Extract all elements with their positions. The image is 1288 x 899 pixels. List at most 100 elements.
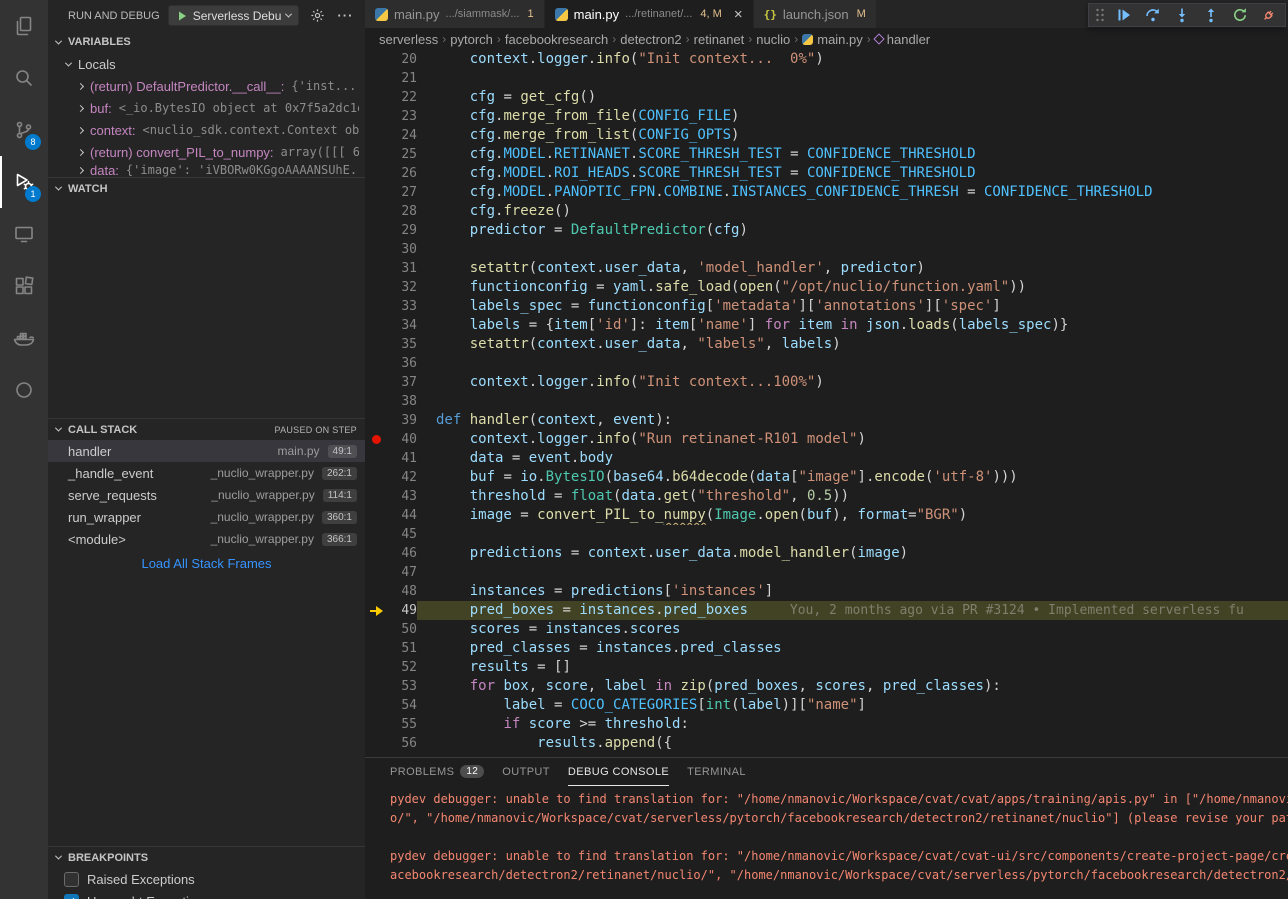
code-line[interactable]: 54 label = COCO_CATEGORIES[int(label)]["… [365, 696, 1288, 715]
code-line[interactable]: 52 results = [] [365, 658, 1288, 677]
stack-frame-row[interactable]: serve_requests_nuclio_wrapper.py114:1 [48, 484, 365, 506]
panel-tab-problems[interactable]: PROBLEMS12 [390, 758, 484, 786]
variable-row[interactable]: context:<nuclio_sdk.context.Context obje… [48, 119, 365, 141]
toolbar-grip[interactable] [1095, 7, 1105, 23]
code-line[interactable]: 23 cfg.merge_from_file(CONFIG_FILE) [365, 107, 1288, 126]
files-icon [12, 14, 36, 38]
code-line[interactable]: 34 labels = {item['id']: item['name'] fo… [365, 316, 1288, 335]
breakpoint-row[interactable]: Raised Exceptions [48, 868, 365, 890]
step-into-button[interactable] [1172, 5, 1192, 25]
code-line[interactable]: 42 buf = io.BytesIO(base64.b64decode(dat… [365, 468, 1288, 487]
editor-tab[interactable]: main.py.../siammask/...1 [365, 0, 545, 28]
disconnect-button[interactable] [1259, 5, 1279, 25]
code-line[interactable]: 29 predictor = DefaultPredictor(cfg) [365, 221, 1288, 240]
code-line[interactable]: 22 cfg = get_cfg() [365, 88, 1288, 107]
code-line[interactable]: 40 context.logger.info("Run retinanet-R1… [365, 430, 1288, 449]
restart-button[interactable] [1230, 5, 1250, 25]
code-line[interactable]: 47 [365, 563, 1288, 582]
code-line[interactable]: 27 cfg.MODEL.PANOPTIC_FPN.COMBINE.INSTAN… [365, 183, 1288, 202]
code-line[interactable]: 35 setattr(context.user_data, "labels", … [365, 335, 1288, 354]
code-line[interactable]: 32 functionconfig = yaml.safe_load(open(… [365, 278, 1288, 297]
breadcrumb-item[interactable]: detectron2 [620, 32, 681, 47]
breadcrumb-item[interactable]: serverless [379, 32, 438, 47]
line-number: 48 [387, 582, 417, 601]
code-line[interactable]: 28 cfg.freeze() [365, 202, 1288, 221]
sidebar-title: RUN AND DEBUG [68, 10, 160, 22]
current-frame-glyph[interactable] [365, 606, 387, 616]
step-over-button[interactable] [1143, 5, 1163, 25]
variable-row[interactable]: data:{'image': 'iVBORw0KGgoAAAANSUhE... [48, 163, 365, 177]
variable-row[interactable]: (return) convert_PIL_to_numpy:array([[[ … [48, 141, 365, 163]
activity-item-source-control[interactable]: 8 [0, 104, 48, 156]
activity-item-tool[interactable] [0, 364, 48, 416]
debug-sidebar: RUN AND DEBUG Serverless Debu ··· VARIAB… [48, 0, 365, 899]
checkbox[interactable]: ✓ [64, 894, 79, 899]
code-line[interactable]: 50 scores = instances.scores [365, 620, 1288, 639]
code-line[interactable]: 46 predictions = context.user_data.model… [365, 544, 1288, 563]
load-all-stack-frames-link[interactable]: Load All Stack Frames [48, 550, 365, 576]
call-stack-section-header[interactable]: CALL STACK PAUSED ON STEP [48, 418, 365, 440]
code-line[interactable]: 33 labels_spec = functionconfig['metadat… [365, 297, 1288, 316]
code-line[interactable]: 25 cfg.MODEL.RETINANET.SCORE_THRESH_TEST… [365, 145, 1288, 164]
code-line[interactable]: 41 data = event.body [365, 449, 1288, 468]
stack-frame-row[interactable]: <module>_nuclio_wrapper.py366:1 [48, 528, 365, 550]
activity-item-search[interactable] [0, 52, 48, 104]
step-out-button[interactable] [1201, 5, 1221, 25]
code-line[interactable]: 44 image = convert_PIL_to_numpy(Image.op… [365, 506, 1288, 525]
stack-frame-row[interactable]: handlermain.py49:1 [48, 440, 365, 462]
watch-section-header[interactable]: WATCH [48, 177, 365, 199]
debug-config-dropdown[interactable]: Serverless Debu [168, 5, 300, 26]
tab-name: launch.json [783, 7, 849, 22]
breadcrumb-item[interactable]: nuclio [756, 32, 790, 47]
code-line[interactable]: 45 [365, 525, 1288, 544]
code-line[interactable]: 26 cfg.MODEL.ROI_HEADS.SCORE_THRESH_TEST… [365, 164, 1288, 183]
breadcrumb-item[interactable]: handler [875, 32, 930, 47]
breadcrumb-item[interactable]: facebookresearch [505, 32, 608, 47]
stack-frame-row[interactable]: _handle_event_nuclio_wrapper.py262:1 [48, 462, 365, 484]
gear-icon[interactable] [307, 6, 327, 26]
code-line[interactable]: 24 cfg.merge_from_list(CONFIG_OPTS) [365, 126, 1288, 145]
code-line[interactable]: 20 context.logger.info("Init context... … [365, 50, 1288, 69]
panel-tab-output[interactable]: OUTPUT [502, 758, 550, 786]
breakpoint-glyph[interactable] [365, 435, 387, 444]
code-line[interactable]: 21 [365, 69, 1288, 88]
code-text: cfg.MODEL.RETINANET.SCORE_THRESH_TEST = … [417, 145, 1288, 164]
activity-item-extensions[interactable] [0, 260, 48, 312]
code-line[interactable]: 55 if score >= threshold: [365, 715, 1288, 734]
variable-row[interactable]: buf:<_io.BytesIO object at 0x7f5a2dc1ecc… [48, 97, 365, 119]
continue-button[interactable] [1114, 5, 1134, 25]
panel-tab-debug-console[interactable]: DEBUG CONSOLE [568, 758, 669, 786]
breadcrumb-item[interactable]: retinanet [694, 32, 745, 47]
code-line[interactable]: 49 pred_boxes = instances.pred_boxesYou,… [365, 601, 1288, 620]
breakpoints-section-header[interactable]: BREAKPOINTS [48, 846, 365, 868]
code-line[interactable]: 37 context.logger.info("Init context...1… [365, 373, 1288, 392]
code-line[interactable]: 30 [365, 240, 1288, 259]
checkbox[interactable] [64, 872, 79, 887]
activity-item-docker[interactable] [0, 312, 48, 364]
stack-frame-row[interactable]: run_wrapper_nuclio_wrapper.py360:1 [48, 506, 365, 528]
line-number: 24 [387, 126, 417, 145]
code-line[interactable]: 53 for box, score, label in zip(pred_box… [365, 677, 1288, 696]
activity-item-remote-explorer[interactable] [0, 208, 48, 260]
code-line[interactable]: 31 setattr(context.user_data, 'model_han… [365, 259, 1288, 278]
activity-item-run-debug[interactable]: 1 [0, 156, 48, 208]
editor-tab[interactable]: main.py.../retinanet/...4, M× [545, 0, 754, 28]
breakpoint-row[interactable]: ✓Uncaught Exceptions [48, 890, 365, 899]
activity-item-explorer[interactable] [0, 0, 48, 52]
close-icon[interactable]: × [734, 7, 743, 22]
code-line[interactable]: 51 pred_classes = instances.pred_classes [365, 639, 1288, 658]
code-line[interactable]: 36 [365, 354, 1288, 373]
scope-locals[interactable]: Locals [48, 53, 365, 75]
breadcrumb-item[interactable]: main.py [802, 32, 863, 47]
code-line[interactable]: 38 [365, 392, 1288, 411]
code-line[interactable]: 43 threshold = float(data.get("threshold… [365, 487, 1288, 506]
code-line[interactable]: 56 results.append({ [365, 734, 1288, 753]
panel-tab-terminal[interactable]: TERMINAL [687, 758, 746, 786]
variables-section-header[interactable]: VARIABLES [48, 31, 365, 53]
code-line[interactable]: 48 instances = predictions['instances'] [365, 582, 1288, 601]
breadcrumb-item[interactable]: pytorch [450, 32, 493, 47]
editor-tab[interactable]: {}launch.jsonM [754, 0, 877, 28]
more-actions-icon[interactable]: ··· [335, 6, 355, 26]
variable-row[interactable]: (return) DefaultPredictor.__call__:{'ins… [48, 75, 365, 97]
code-line[interactable]: 39def handler(context, event): [365, 411, 1288, 430]
